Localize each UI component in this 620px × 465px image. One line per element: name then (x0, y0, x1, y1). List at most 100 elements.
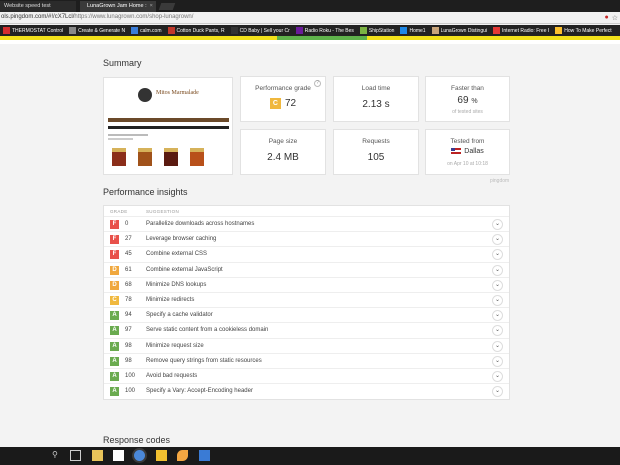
jar-image (112, 148, 126, 166)
insight-row[interactable]: A 94 Specify a cache validator ⌄ (104, 308, 509, 324)
requests-value: 105 (367, 152, 385, 163)
page-size-value: 2.4 MB (267, 152, 299, 163)
task-view-icon[interactable] (70, 450, 81, 461)
insight-row[interactable]: A 97 Serve static content from a cookieles… (104, 323, 509, 339)
bookmark-icon (230, 27, 238, 34)
new-tab-button[interactable] (158, 3, 176, 10)
chevron-down-icon[interactable]: ⌄ (492, 340, 503, 352)
insight-row[interactable]: C 78 Minimize redirects ⌄ (104, 293, 509, 309)
bookmark-item[interactable]: Internet Radio: Free I (490, 27, 552, 34)
bookmark-item[interactable]: Home1 (397, 27, 428, 34)
insight-suggestion: Minimize redirects (146, 296, 195, 303)
insight-row[interactable]: D 68 Minimize DNS lookups ⌄ (104, 278, 509, 293)
insight-row[interactable]: F 0 Parallelize downloads across hostnames… (104, 217, 509, 233)
bookmark-item[interactable]: How To Make Perfect (552, 27, 614, 34)
insight-row[interactable]: A 100 Avoid bad requests ⌄ (104, 369, 509, 385)
column-suggestion: SUGGESTION (146, 209, 180, 214)
bookmark-item[interactable]: Create & Generate N (66, 27, 128, 34)
address-bar-icons: ● ☆ (604, 14, 618, 22)
bookmark-icon (69, 27, 77, 34)
chevron-down-icon[interactable]: ⌄ (492, 294, 503, 306)
bookmark-icon (400, 27, 408, 34)
insight-suggestion: Specify a cache validator (146, 312, 213, 319)
url-prefix: ols.pingdom.com/#!/cX7Lcl/ (1, 14, 75, 20)
insights-table: GRADE SUGGESTION F 0 Parallelize downloads… (103, 205, 510, 401)
insight-row[interactable]: A 100 Specify a Vary: Accept-Encoding head… (104, 384, 509, 399)
tab-strip: Website speed test LunaGrown Jam Home : … (0, 0, 620, 12)
grade-badge: C (110, 295, 119, 305)
chevron-down-icon[interactable]: ⌄ (492, 219, 503, 230)
chevron-down-icon[interactable]: ⌄ (492, 386, 503, 398)
chevron-down-icon[interactable]: ⌄ (492, 249, 503, 261)
bookmark-item[interactable]: THERMOSTAT Control (0, 27, 66, 34)
jar-image (190, 148, 204, 166)
insight-row[interactable]: A 98 Minimize request size ⌄ (104, 339, 509, 354)
bookmark-label: Internet Radio: Free I (502, 27, 550, 34)
star-bookmark-icon[interactable]: ☆ (612, 14, 618, 22)
insights-title: Performance insights (103, 187, 188, 197)
chevron-down-icon[interactable]: ⌄ (492, 370, 503, 382)
bookmark-item[interactable]: ShipStation (357, 27, 398, 34)
tested-date: on Apr 10 at 10:18 (447, 161, 488, 167)
grade-badge: A (110, 341, 119, 351)
sticky-notes-icon[interactable] (156, 450, 167, 461)
bookmark-item[interactable]: calm.com (128, 27, 164, 34)
address-bar[interactable]: ols.pingdom.com/#!/cX7Lcl/https://www.lu… (0, 12, 620, 24)
radio-icon (493, 27, 501, 34)
insight-score: 78 (125, 296, 132, 303)
insight-row[interactable]: F 45 Combine external CSS ⌄ (104, 247, 509, 263)
insight-row[interactable]: F 27 Leverage browser caching ⌄ (104, 232, 509, 248)
bookmark-icon (555, 27, 563, 34)
file-explorer-icon[interactable] (92, 450, 103, 461)
bookmark-icon (167, 27, 175, 34)
insight-score: 45 (125, 251, 132, 258)
chevron-down-icon[interactable]: ⌄ (492, 355, 503, 367)
insight-row[interactable]: D 61 Combine external JavaScript ⌄ (104, 263, 509, 278)
chevron-down-icon[interactable]: ⌄ (492, 325, 503, 337)
bookmark-item[interactable]: Cotton Duck Pants, R (165, 27, 228, 34)
insight-suggestion: Combine external CSS (146, 251, 208, 258)
grade-badge: A (110, 356, 119, 366)
tab-lunagrown[interactable]: LunaGrown Jam Home : × (80, 1, 156, 12)
bookmark-label: calm.com (140, 27, 162, 34)
store-icon[interactable] (113, 450, 124, 461)
insight-suggestion: Combine external JavaScript (146, 266, 223, 273)
thumbnail-text (108, 138, 133, 140)
thumbnail-nav (108, 118, 229, 122)
tested-from-value: Dallas (426, 148, 509, 155)
insight-score: 100 (125, 388, 136, 395)
page-screenshot-thumbnail: Mitos Marmalade (103, 77, 233, 175)
bookmark-item[interactable]: Radio Roku - The Bes (293, 27, 357, 34)
chevron-down-icon[interactable]: ⌄ (492, 310, 503, 322)
bookmark-label: CD Baby | Sell your Cr (239, 27, 290, 34)
url-text[interactable]: ols.pingdom.com/#!/cX7Lcl/https://www.lu… (1, 14, 193, 20)
extension-icon[interactable]: ● (604, 14, 608, 22)
insight-suggestion: Leverage browser caching (146, 236, 217, 243)
chevron-down-icon[interactable]: ⌄ (492, 234, 503, 246)
bookmark-item[interactable]: LunaGrown Distingui (429, 27, 490, 34)
bookmark-label: Home1 (409, 27, 426, 34)
microphone-icon[interactable]: ⚲ (52, 450, 63, 461)
bookmark-item[interactable]: CD Baby | Sell your Cr (228, 27, 293, 34)
app-icon[interactable] (177, 450, 188, 461)
bookmark-label: THERMOSTAT Control (12, 27, 64, 34)
chevron-down-icon[interactable]: ⌄ (492, 264, 503, 276)
insight-suggestion: Parallelize downloads across hostnames (146, 221, 255, 227)
grade-badge: A (110, 326, 119, 336)
card-label: Page size (268, 138, 298, 145)
bookmark-icon (431, 27, 439, 34)
bookmark-label: Cotton Duck Pants, R (176, 27, 225, 34)
card-label: Requests (362, 138, 390, 145)
insight-row[interactable]: A 98 Remove query strings from static reso… (104, 354, 509, 369)
tab-website-speed-test[interactable]: Website speed test (0, 1, 76, 12)
bookmarks-bar: THERMOSTAT Control Create & Generate N cal… (0, 25, 620, 36)
tab-label: LunaGrown Jam Home : (87, 3, 147, 9)
chrome-icon[interactable] (134, 450, 145, 461)
site-logo-icon (138, 88, 152, 102)
faster-than-card: Faster than 69 % of tested sites (425, 76, 510, 122)
chevron-down-icon[interactable]: ⌄ (492, 279, 503, 291)
performance-grade-card: ? Performance grade C 72 (240, 76, 326, 122)
close-tab-icon[interactable]: × (150, 3, 153, 10)
faster-than-value: 69 % (426, 95, 509, 106)
network-app-icon[interactable] (199, 450, 210, 461)
